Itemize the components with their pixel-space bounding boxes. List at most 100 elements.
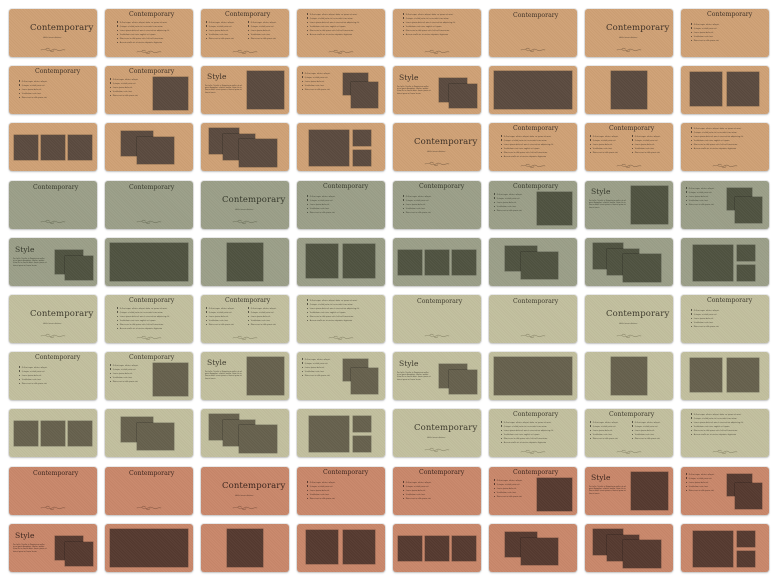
slide-thumbnail-headline-bullets-left[interactable]: Contemporary Pellentesque ultrices alique… [393, 467, 481, 515]
slide-thumbnail-title[interactable]: Contemporary Hello lorem dolores [9, 9, 97, 57]
slide-subtitle: Hello lorem dolores [427, 437, 446, 439]
flourish-ornament-icon [520, 47, 546, 52]
slide-thumbnail-square-photo[interactable] [585, 352, 673, 400]
slide-thumbnail-headline-bullets-left[interactable]: Contemporary Pellentesque ultrices alique… [681, 9, 769, 57]
slide-thumbnail-three-photos[interactable] [9, 409, 97, 457]
slide-thumbnail-bullets-2photos[interactable]: Pellentesque ultrices aliquet Quisque ut … [681, 467, 769, 515]
photo-placeholder [41, 421, 65, 446]
slide-style-heading: Style [207, 72, 227, 81]
flourish-ornament-icon [136, 505, 162, 510]
slide-thumbnail-collage[interactable] [681, 524, 769, 572]
bullet-list: Pellentesque ultrices aliquet Quisque ut … [110, 78, 138, 98]
slide-thumbnail-style-2photos[interactable]: Style Pro hello. Tricalle et fliopphena m… [393, 352, 481, 400]
bullet-item: Maecenas in nibh purus nisi [19, 382, 47, 386]
slide-thumbnail-headline-2col[interactable]: Contemporary Pellentesque ultrices alique… [585, 409, 673, 457]
slide-thumbnail-headline[interactable]: Contemporary [105, 467, 193, 515]
slide-thumbnail-headline[interactable]: Contemporary [105, 181, 193, 229]
slide-thumbnail-title[interactable]: Contemporary Hello lorem dolores [393, 123, 481, 171]
slide-thumbnail-headline-bullets[interactable]: Contemporary Pellentesque ultrices alique… [489, 123, 577, 171]
slide-title: Contemporary [30, 23, 94, 33]
slide-thumbnail-square-photo[interactable] [585, 66, 673, 114]
slide-thumbnail-title[interactable]: Contemporary Hello lorem dolores [585, 295, 673, 343]
slide-thumbnail-three-photos-overlap[interactable] [585, 238, 673, 286]
slide-thumbnail-two-photos[interactable] [681, 66, 769, 114]
slide-thumbnail-bullets-only[interactable]: Pellentesque ultrices aliquet dolor eu i… [681, 123, 769, 171]
slide-thumbnail-two-photos-overlap[interactable] [489, 524, 577, 572]
slide-thumbnail-style-2photos[interactable]: Style Pro hello. Tricalle et fliopphena m… [9, 238, 97, 286]
slide-thumbnail-style-2photos[interactable]: Style Pro hello. Tricalle et fliopphena m… [9, 524, 97, 572]
slide-thumbnail-two-photos[interactable] [297, 524, 385, 572]
slide-thumbnail-headline-bullets-photo[interactable]: Contemporary Pellentesque ultrices alique… [489, 181, 577, 229]
slide-thumbnail-bullets-only[interactable]: Pellentesque ultrices aliquet dolor eu i… [297, 295, 385, 343]
slide-thumbnail-bullets-only[interactable]: Pellentesque ultrices aliquet dolor eu i… [681, 409, 769, 457]
photo-placeholder [68, 135, 92, 160]
slide-thumbnail-bullets-2photos[interactable]: Pellentesque ultrices aliquet Quisque ut … [297, 66, 385, 114]
bullet-list: Pellentesque ultrices aliquet dolor eu i… [691, 413, 744, 438]
photo-placeholder [353, 436, 371, 452]
slide-headline: Contemporary [707, 11, 753, 18]
photo-placeholder [737, 551, 755, 567]
slide-thumbnail-two-photos-overlap[interactable] [105, 409, 193, 457]
slide-thumbnail-collage[interactable] [297, 123, 385, 171]
slide-thumbnail-style-2photos[interactable]: Style Pro hello. Tricalle et fliopphena m… [393, 66, 481, 114]
slide-thumbnail-two-photos-overlap[interactable] [489, 238, 577, 286]
slide-thumbnail-bullets-2photos[interactable]: Pellentesque ultrices aliquet Quisque ut … [297, 352, 385, 400]
slide-thumbnail-wide-photo[interactable] [489, 352, 577, 400]
slide-thumbnail-wide-photo[interactable] [105, 524, 193, 572]
slide-thumbnail-three-photos-overlap[interactable] [201, 123, 289, 171]
slide-headline: Contemporary [35, 68, 81, 75]
slide-thumbnail-headline-bullets-left[interactable]: Contemporary Pellentesque ultrices alique… [297, 181, 385, 229]
slide-thumbnail-title[interactable]: Contemporary Hello lorem dolores [585, 9, 673, 57]
photo-placeholder [239, 425, 277, 453]
slide-thumbnail-style-photo[interactable]: Style Pro hello. Tricalle et fliopphena m… [585, 181, 673, 229]
slide-thumbnail-three-photos-overlap[interactable] [585, 524, 673, 572]
slide-thumbnail-headline-bullets-photo[interactable]: Contemporary Pellentesque ultrices alique… [105, 352, 193, 400]
slide-thumbnail-style-photo[interactable]: Style Pro hello. Tricalle et fliopphena m… [585, 467, 673, 515]
slide-title: Contemporary [414, 137, 478, 147]
slide-thumbnail-headline[interactable]: Contemporary [489, 295, 577, 343]
slide-thumbnail-style-photo[interactable]: Style Pro hello. Tricalle et fliopphena m… [201, 66, 289, 114]
photo-placeholder [353, 130, 371, 146]
slide-thumbnail-headline-2col[interactable]: Contemporary Pellentesque ultrices alique… [585, 123, 673, 171]
slide-thumbnail-three-photos[interactable] [393, 238, 481, 286]
slide-thumbnail-two-photos[interactable] [681, 352, 769, 400]
slide-thumbnail-three-photos[interactable] [9, 123, 97, 171]
slide-thumbnail-bullets-only[interactable]: Pellentesque ultrices aliquet dolor eu i… [297, 9, 385, 57]
slide-thumbnail-headline-bullets-photo[interactable]: Contemporary Pellentesque ultrices alique… [105, 66, 193, 114]
slide-thumbnail-headline-bullets[interactable]: Contemporary Pellentesque ultrices alique… [105, 9, 193, 57]
slide-thumbnail-headline[interactable]: Contemporary [393, 295, 481, 343]
photo-placeholder [14, 421, 38, 446]
bullet-list: Pellentesque ultrices aliquet Quisque ut … [590, 135, 618, 155]
slide-thumbnail-headline[interactable]: Contemporary [9, 467, 97, 515]
slide-thumbnail-headline-bullets-left[interactable]: Contemporary Pellentesque ultrices alique… [681, 295, 769, 343]
slide-thumbnail-wide-photo[interactable] [105, 238, 193, 286]
slide-thumbnail-title[interactable]: Contemporary Hello lorem dolores [201, 467, 289, 515]
slide-thumbnail-headline-bullets[interactable]: Contemporary Pellentesque ultrices alique… [489, 409, 577, 457]
slide-thumbnail-collage[interactable] [681, 238, 769, 286]
slide-thumbnail-title[interactable]: Contemporary Hello lorem dolores [201, 181, 289, 229]
slide-thumbnail-collage[interactable] [297, 409, 385, 457]
slide-thumbnail-headline-bullets-left[interactable]: Contemporary Pellentesque ultrices alique… [9, 352, 97, 400]
slide-thumbnail-bullets-2photos[interactable]: Pellentesque ultrices aliquet Quisque ut … [681, 181, 769, 229]
slide-thumbnail-bullets-only[interactable]: Pellentesque ultrices aliquet dolor eu i… [393, 9, 481, 57]
slide-thumbnail-wide-photo[interactable] [489, 66, 577, 114]
slide-thumbnail-headline-bullets-left[interactable]: Contemporary Pellentesque ultrices alique… [393, 181, 481, 229]
bullet-item: Maecenas in nibh purus nisi [248, 323, 276, 327]
slide-thumbnail-two-photos-overlap[interactable] [105, 123, 193, 171]
slide-thumbnail-square-photo[interactable] [201, 524, 289, 572]
slide-thumbnail-title[interactable]: Contemporary Hello lorem dolores [9, 295, 97, 343]
slide-thumbnail-headline-2col[interactable]: Contemporary Pellentesque ultrices alique… [201, 295, 289, 343]
slide-thumbnail-headline-bullets[interactable]: Contemporary Pellentesque ultrices alique… [105, 295, 193, 343]
slide-thumbnail-headline[interactable]: Contemporary [9, 181, 97, 229]
slide-thumbnail-style-photo[interactable]: Style Pro hello. Tricalle et fliopphena m… [201, 352, 289, 400]
slide-thumbnail-headline-2col[interactable]: Contemporary Pellentesque ultrices alique… [201, 9, 289, 57]
slide-thumbnail-headline-bullets-photo[interactable]: Contemporary Pellentesque ultrices alique… [489, 467, 577, 515]
slide-thumbnail-headline-bullets-left[interactable]: Contemporary Pellentesque ultrices alique… [9, 66, 97, 114]
slide-thumbnail-headline-bullets-left[interactable]: Contemporary Pellentesque ultrices alique… [297, 467, 385, 515]
slide-thumbnail-two-photos[interactable] [297, 238, 385, 286]
slide-thumbnail-title[interactable]: Contemporary Hello lorem dolores [393, 409, 481, 457]
slide-thumbnail-square-photo[interactable] [201, 238, 289, 286]
slide-thumbnail-three-photos[interactable] [393, 524, 481, 572]
slide-thumbnail-three-photos-overlap[interactable] [201, 409, 289, 457]
slide-thumbnail-headline[interactable]: Contemporary [489, 9, 577, 57]
